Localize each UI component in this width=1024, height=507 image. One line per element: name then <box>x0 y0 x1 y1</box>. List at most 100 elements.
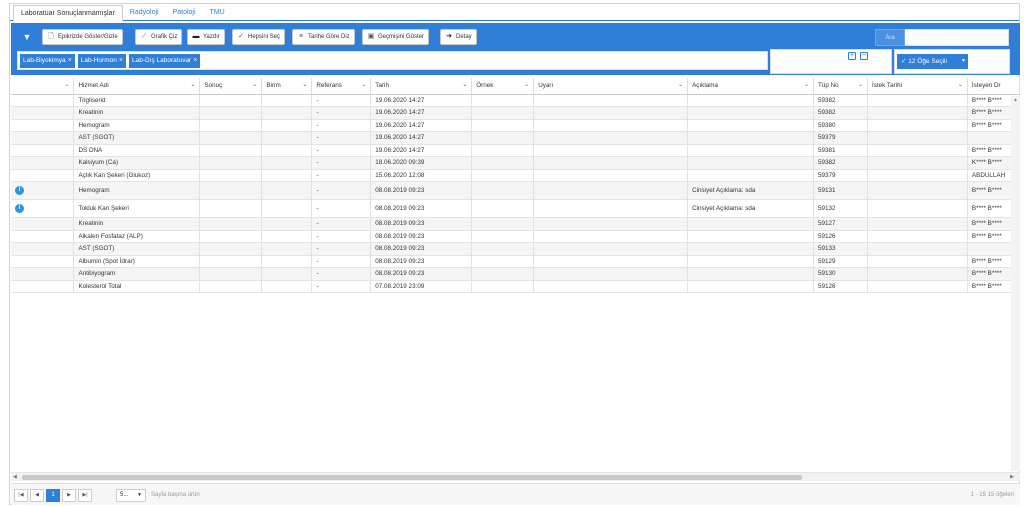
chevron-down-icon[interactable]: ⌄ <box>678 81 683 88</box>
column-header[interactable]: İstek Tarihi ⌄ <box>867 78 968 95</box>
column-header[interactable]: Hizmet Adı ⌄ <box>73 78 201 95</box>
column-header[interactable]: Sonuç ⌄ <box>199 78 263 95</box>
column-header[interactable]: Birim ⌄ <box>261 78 313 95</box>
select-all-button[interactable]: ✓ Hepsini Seç <box>232 29 286 45</box>
table-row[interactable]: Trigliserid -19.06.2020 14:27 59382 B**** B… <box>11 94 1020 107</box>
chevron-down-icon[interactable]: ⌄ <box>302 81 307 88</box>
chevron-down-icon[interactable]: ⌄ <box>361 81 366 88</box>
horizontal-scrollbar[interactable]: ◀ ▶ <box>11 472 1020 481</box>
tag-lab-hormon: Lab-Hormon × <box>77 54 126 68</box>
expand-collapse-box: + − <box>770 49 892 74</box>
show-history-button[interactable]: ▣ Geçmişini Göster <box>362 29 430 45</box>
epikriz-toggle-button[interactable]: 🗋 Epikrizde Göster/Gizle <box>42 29 123 45</box>
cell-istek-tarihi <box>867 217 968 231</box>
cell-tup-no: 59382 <box>813 106 868 120</box>
vertical-scrollbar[interactable]: ▲ <box>1011 96 1020 471</box>
cell-ornek <box>471 242 535 256</box>
print-icon: ▬ <box>192 33 200 40</box>
chevron-down-icon[interactable]: ⌄ <box>462 81 467 88</box>
column-header[interactable]: Tüp No ⌄ <box>813 78 868 95</box>
collapse-all-icon[interactable]: − <box>860 52 868 60</box>
prev-page-icon[interactable]: ◀ <box>30 489 44 502</box>
cell-tarih: 08.08.2019 09:23 <box>370 242 473 256</box>
tab-lab-pending[interactable]: Laboratuar Sonuçlanmamışlar <box>13 5 123 21</box>
cell-birim <box>261 131 313 145</box>
draw-chart-button[interactable]: ⟋ Grafik Çiz <box>135 29 183 45</box>
column-header-label: Uyarı <box>538 82 554 90</box>
next-page-icon[interactable]: ▶ <box>62 489 76 502</box>
cell-birim <box>261 199 313 218</box>
remove-tag-icon[interactable]: × <box>193 54 197 68</box>
table-row[interactable]: Kreatinin -19.06.2020 14:27 59382 B**** B**… <box>11 106 1020 120</box>
cell-referans: - <box>311 94 372 107</box>
expand-all-icon[interactable]: + <box>848 52 856 60</box>
scroll-thumb[interactable] <box>22 475 802 480</box>
tab-pathology[interactable]: Patoloji <box>166 5 203 20</box>
column-header[interactable]: Uyarı ⌄ <box>533 78 689 95</box>
cell-istek-tarihi <box>867 131 968 145</box>
cell-uyari <box>533 131 689 145</box>
chevron-down-icon[interactable]: ⌄ <box>858 81 863 88</box>
table-row[interactable]: Antibiyogram -08.08.2019 09:23 59130 B**** … <box>11 267 1020 281</box>
chevron-down-icon[interactable]: ⌄ <box>190 81 195 88</box>
table-row[interactable]: Hemogram -19.06.2020 14:27 59380 B**** B***… <box>11 119 1020 132</box>
page-size-select[interactable]: 5... ▼ <box>116 489 146 502</box>
scroll-up-icon[interactable]: ▲ <box>1011 96 1020 105</box>
column-header-label: İstek Tarihi <box>871 82 902 90</box>
column-header[interactable]: Açıklama ⌄ <box>687 78 815 95</box>
print-button[interactable]: ▬ Yazdır <box>187 29 225 45</box>
table-row[interactable]: i Tokluk Kan Şekeri -08.08.2019 09:23 Cinsi… <box>11 199 1020 218</box>
chevron-down-icon[interactable]: ⌄ <box>252 81 257 88</box>
table-row[interactable]: DS DNA -19.06.2020 14:27 59381 B**** B**** <box>11 144 1020 157</box>
column-header[interactable]: Tarih ⌄ <box>370 78 473 95</box>
column-header[interactable]: Örnek ⌄ <box>471 78 535 95</box>
chevron-down-icon[interactable]: ⌄ <box>64 81 69 88</box>
column-header[interactable]: ⌄ <box>11 78 75 95</box>
filter-icon[interactable]: ▼ <box>17 30 37 45</box>
last-page-icon[interactable]: ▶| <box>78 489 92 502</box>
cell-ornek <box>471 119 535 132</box>
remove-tag-icon[interactable]: × <box>68 54 72 68</box>
category-tag-input[interactable]: Lab-Biyokimya × Lab-Hormon × Lab-Dış Lab… <box>17 51 768 70</box>
column-header-label: Referans <box>316 82 342 90</box>
table-row[interactable]: Alkalen Fosfataz (ALP) -08.08.2019 09:23 5… <box>11 230 1020 243</box>
table-row[interactable]: Albumin (Spot İdrar) -08.08.2019 09:23 591… <box>11 255 1020 268</box>
cell-tarih: 19.06.2020 14:27 <box>370 94 473 107</box>
cell-uyari <box>533 199 689 218</box>
column-header[interactable]: İsteyen Dr <box>967 78 1020 95</box>
search-input[interactable] <box>905 29 1009 46</box>
detail-button[interactable]: ➔ Detay <box>440 29 477 45</box>
table-row[interactable]: i Hemogram -08.08.2019 09:23 Cinsiyet Açıkl… <box>11 181 1020 200</box>
tab-radiology[interactable]: Radyoloji <box>123 5 166 20</box>
info-icon[interactable]: i <box>15 204 24 213</box>
scroll-left-icon[interactable]: ◀ <box>13 473 17 482</box>
table-row[interactable]: AST (SGOT) -08.08.2019 09:23 59133 <box>11 242 1020 256</box>
cell-hizmet-adi: Trigliserid <box>73 94 201 107</box>
cell-hizmet-adi: Açlık Kan Şekeri (Glukoz) <box>73 169 201 182</box>
sort-by-date-button[interactable]: ≡ Tarihe Göre Diz <box>292 29 355 45</box>
sort-by-date-label: Tarihe Göre Diz <box>308 34 350 40</box>
cell-sonuc <box>199 119 263 132</box>
cell-ornek <box>471 169 535 182</box>
cell-tarih: 08.08.2019 09:23 <box>370 255 473 268</box>
info-icon[interactable]: i <box>15 186 24 195</box>
cell-tup-no: 59127 <box>813 217 868 231</box>
chevron-down-icon[interactable]: ⌄ <box>524 81 529 88</box>
scroll-right-icon[interactable]: ▶ <box>1010 473 1014 482</box>
current-page-button[interactable]: 1 <box>46 489 60 502</box>
table-row[interactable]: Kreatinin -08.08.2019 09:23 59127 B**** B**… <box>11 217 1020 231</box>
table-row[interactable]: Açlık Kan Şekeri (Glukoz) -15.06.2020 12:… <box>11 169 1020 182</box>
chevron-down-icon[interactable]: ⌄ <box>804 81 809 88</box>
column-header[interactable]: Referans ⌄ <box>311 78 372 95</box>
first-page-icon[interactable]: |◀ <box>14 489 28 502</box>
remove-tag-icon[interactable]: × <box>119 54 123 68</box>
cell-tarih: 15.06.2020 12:08 <box>370 169 473 182</box>
table-row[interactable]: AST (SGOT) -19.06.2020 14:27 59379 <box>11 131 1020 145</box>
tab-tmu[interactable]: TMU <box>203 5 232 20</box>
chevron-down-icon[interactable]: ⌄ <box>958 81 963 88</box>
table-row[interactable]: Kolesterol Total -07.08.2019 23:09 59126 B*… <box>11 280 1020 293</box>
table-row[interactable]: Kalsiyum (Ca) -18.06.2020 09:39 59382 K****… <box>11 156 1020 170</box>
cell-referans: - <box>311 144 372 157</box>
cell-ornek <box>471 255 535 268</box>
selected-items-dropdown[interactable]: ✓ 12 Öğe Seçili ▼ <box>897 54 968 69</box>
